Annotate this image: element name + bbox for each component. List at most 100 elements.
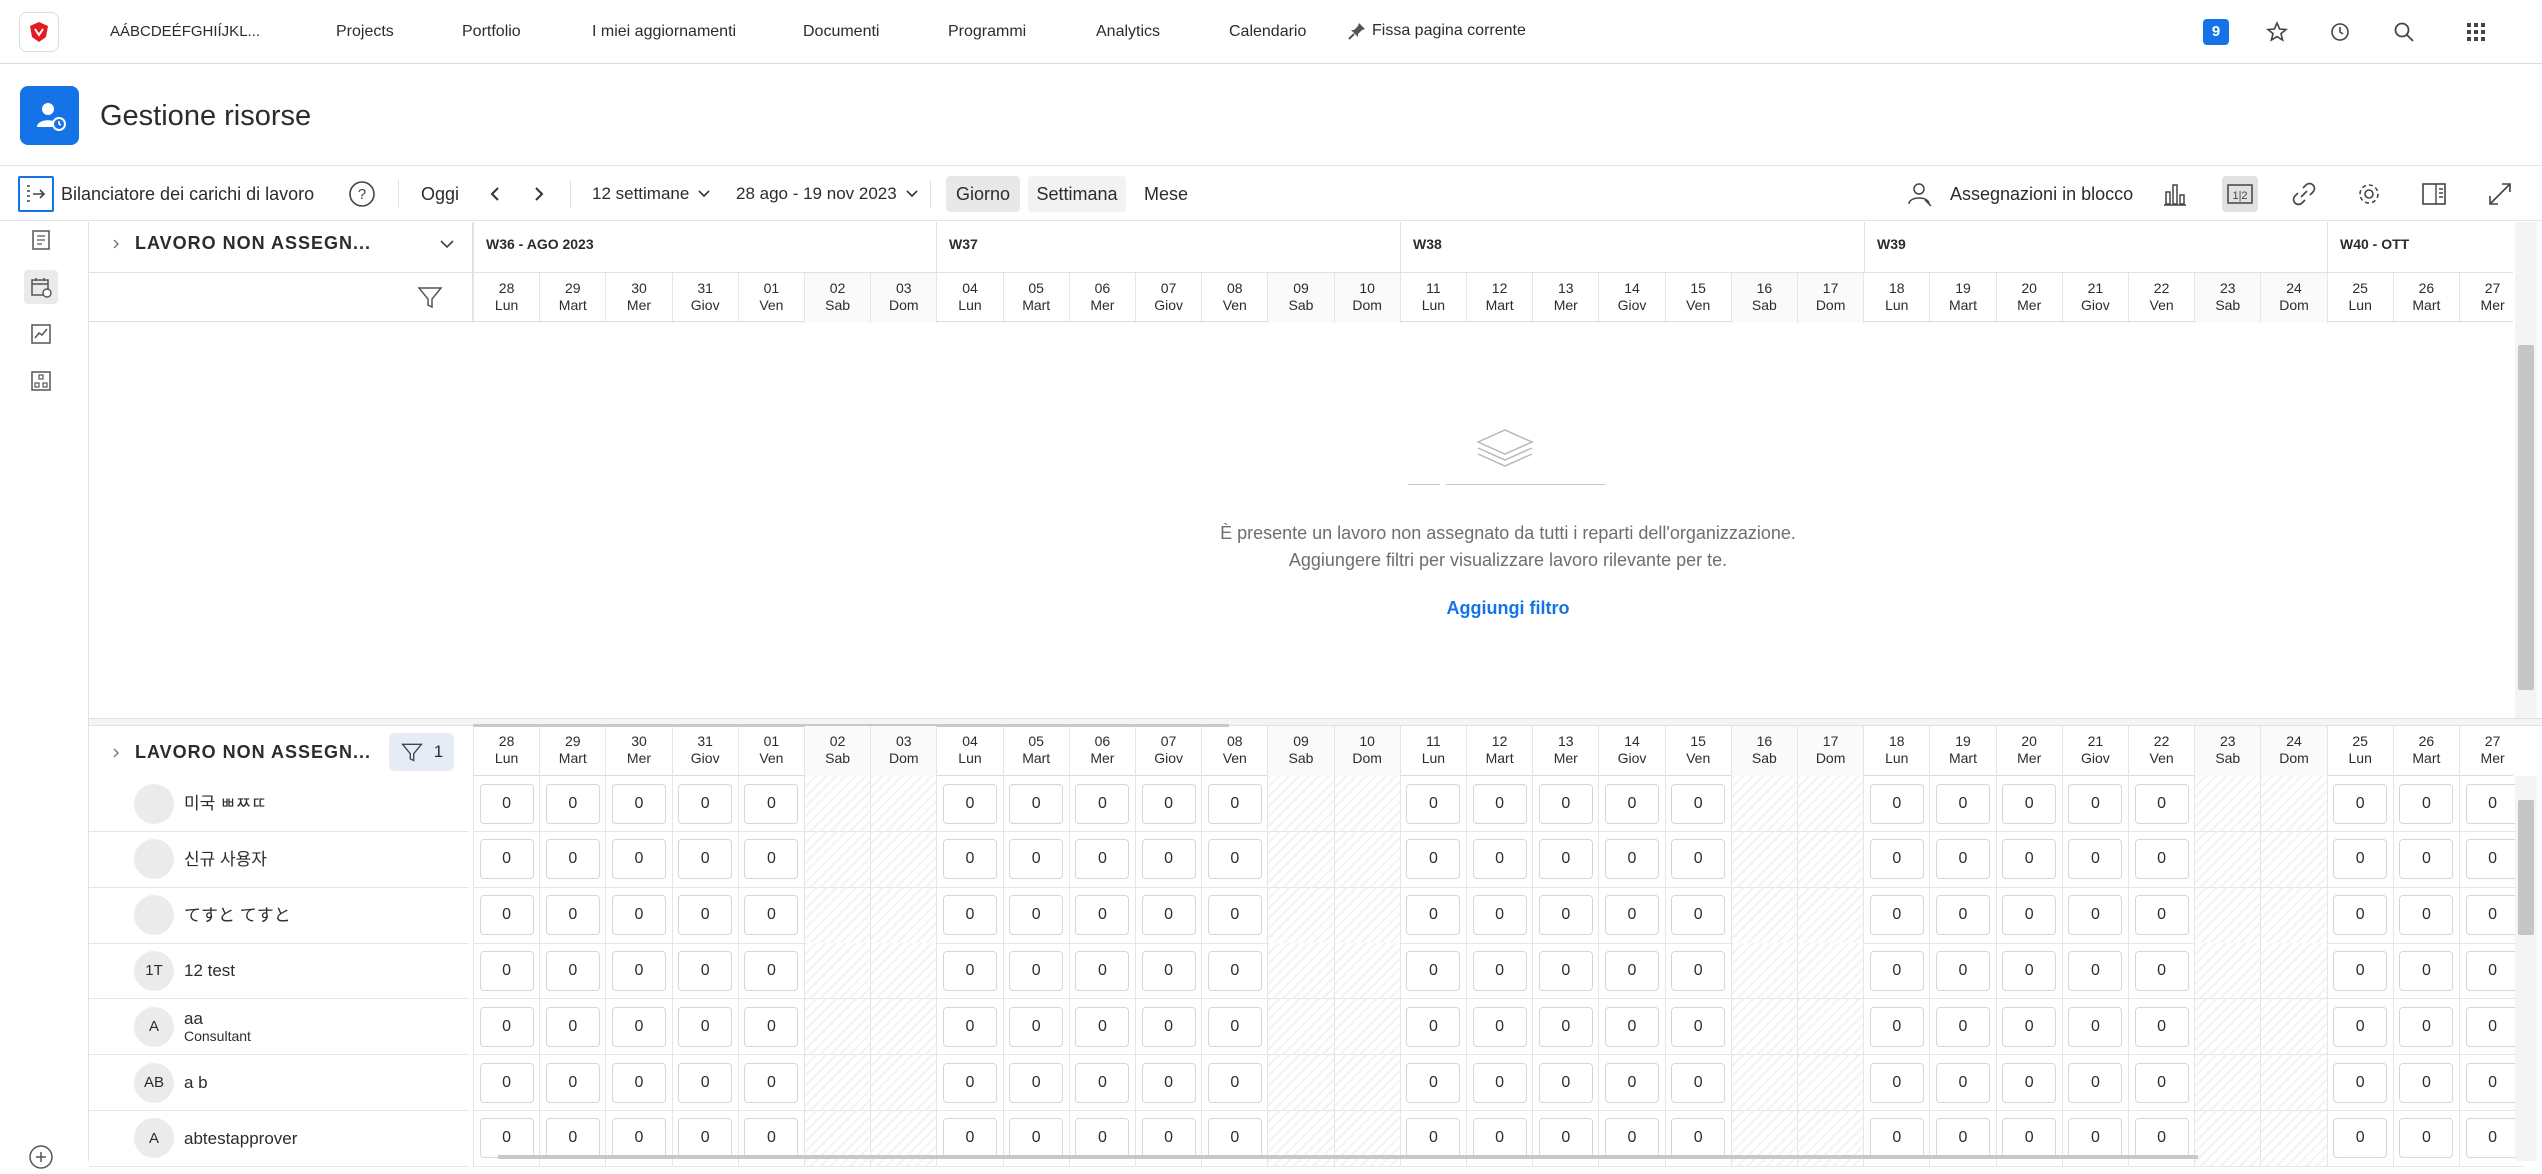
allocation-hours[interactable]: 0 (2465, 950, 2520, 991)
allocation-cell[interactable]: 0 (2128, 943, 2195, 1000)
nav-portfolio[interactable]: Portfolio (462, 23, 521, 41)
allocation-cell[interactable]: 0 (2061, 887, 2128, 944)
allocation-cell[interactable]: 0 (605, 887, 672, 944)
section-divider[interactable] (89, 718, 2542, 726)
allocation-cell[interactable]: 0 (1863, 1055, 1930, 1111)
allocation-cell[interactable]: 0 (1929, 776, 1996, 832)
allocation-hours[interactable]: 0 (1141, 1006, 1196, 1047)
allocation-hours[interactable]: 0 (1472, 950, 1527, 991)
allocation-hours[interactable]: 0 (2068, 1062, 2123, 1103)
allocation-cell[interactable]: 0 (1929, 1055, 1996, 1111)
allocation-cell[interactable]: 0 (1068, 999, 1135, 1056)
allocation-cell[interactable]: 0 (2392, 831, 2459, 888)
allocation-cell[interactable]: 0 (473, 887, 540, 944)
allocation-cell[interactable]: 0 (2061, 999, 2128, 1056)
allocation-cell[interactable]: 0 (2128, 831, 2195, 888)
allocation-hours[interactable]: 0 (1141, 1118, 1196, 1159)
allocation-hours[interactable]: 0 (1075, 950, 1130, 991)
allocation-hours[interactable]: 0 (2333, 950, 2388, 991)
allocation-hours[interactable]: 0 (1869, 1118, 1924, 1159)
allocation-cell[interactable]: 0 (1068, 1055, 1135, 1111)
allocation-cell[interactable]: 0 (1929, 831, 1996, 888)
allocation-cell[interactable]: 0 (737, 999, 804, 1056)
allocation-hours[interactable]: 0 (545, 1118, 600, 1159)
allocation-cell[interactable]: 0 (1466, 831, 1533, 888)
allocation-cell[interactable]: 0 (1929, 943, 1996, 1000)
allocation-cell[interactable]: 0 (1664, 831, 1731, 888)
allocation-hours[interactable]: 0 (1538, 1006, 1593, 1047)
allocation-hours[interactable]: 0 (2465, 895, 2520, 936)
allocation-cell[interactable]: 0 (1995, 776, 2062, 832)
allocation-cell[interactable]: 0 (671, 887, 738, 944)
date-range-picker[interactable]: 28 ago - 19 nov 2023 (736, 166, 919, 222)
allocation-hours[interactable]: 0 (1935, 783, 1990, 824)
allocation-cell[interactable]: 0 (737, 943, 804, 1000)
allocation-hours[interactable]: 0 (2333, 895, 2388, 936)
chevron-right-icon[interactable] (520, 176, 556, 212)
search-icon[interactable] (2389, 17, 2419, 47)
chevron-left-icon[interactable] (478, 176, 514, 212)
allocation-hours[interactable]: 0 (479, 1118, 534, 1159)
allocation-cell[interactable]: 0 (1201, 1055, 1268, 1111)
history-icon[interactable] (2325, 17, 2355, 47)
allocation-cell[interactable]: 0 (1466, 776, 1533, 832)
add-icon[interactable] (24, 1140, 58, 1174)
allocation-cell[interactable]: 0 (671, 943, 738, 1000)
allocation-hours[interactable]: 0 (2134, 950, 2189, 991)
allocation-cell[interactable]: 0 (605, 1055, 672, 1111)
allocation-cell[interactable]: 0 (1598, 831, 1665, 888)
allocation-hours[interactable]: 0 (1207, 1118, 1262, 1159)
allocation-hours[interactable]: 0 (1538, 1062, 1593, 1103)
allocation-cell[interactable]: 0 (473, 831, 540, 888)
allocation-hours[interactable]: 0 (1671, 1118, 1726, 1159)
allocation-hours[interactable]: 0 (1009, 1006, 1064, 1047)
allocation-hours[interactable]: 0 (1406, 1006, 1461, 1047)
allocation-hours[interactable]: 0 (1075, 1062, 1130, 1103)
allocation-cell[interactable]: 0 (2326, 999, 2393, 1056)
allocation-cell[interactable]: 0 (1068, 887, 1135, 944)
allocation-hours[interactable]: 0 (1604, 950, 1659, 991)
allocation-cell[interactable]: 0 (2392, 999, 2459, 1056)
allocation-hours[interactable]: 0 (1671, 1006, 1726, 1047)
allocation-cell[interactable]: 0 (1002, 887, 1069, 944)
allocation-hours[interactable]: 0 (611, 950, 666, 991)
help-icon[interactable]: ? (344, 176, 380, 212)
allocation-cell[interactable]: 0 (2392, 887, 2459, 944)
allocation-cell[interactable]: 0 (1995, 831, 2062, 888)
allocation-hours[interactable]: 0 (744, 950, 799, 991)
allocation-hours[interactable]: 0 (1406, 1118, 1461, 1159)
allocation-cell[interactable]: 0 (539, 776, 606, 832)
allocation-cell[interactable]: 0 (1399, 1055, 1466, 1111)
allocation-hours[interactable]: 0 (744, 1006, 799, 1047)
allocation-hours[interactable]: 0 (1075, 839, 1130, 880)
allocation-cell[interactable]: 0 (605, 776, 672, 832)
allocation-hours[interactable]: 0 (1935, 1118, 1990, 1159)
allocation-cell[interactable]: 0 (1929, 999, 1996, 1056)
allocation-cell[interactable]: 0 (1863, 831, 1930, 888)
allocation-hours[interactable]: 0 (1869, 1006, 1924, 1047)
allocation-cell[interactable]: 0 (1135, 887, 1202, 944)
filter-icon[interactable] (416, 283, 444, 311)
allocation-cell[interactable]: 0 (2061, 776, 2128, 832)
allocation-hours[interactable]: 0 (1472, 783, 1527, 824)
allocation-cell[interactable]: 0 (1664, 999, 1731, 1056)
allocation-hours[interactable]: 0 (744, 839, 799, 880)
allocation-cell[interactable]: 0 (1598, 1055, 1665, 1111)
allocation-hours[interactable]: 0 (1604, 783, 1659, 824)
view-month-button[interactable]: Mese (1134, 176, 1198, 212)
allocation-hours[interactable]: 0 (678, 1062, 733, 1103)
line-chart-icon[interactable] (24, 317, 58, 351)
user-row[interactable]: 신규 사용자 (89, 832, 469, 888)
allocation-cell[interactable]: 0 (671, 999, 738, 1056)
bar-chart-icon[interactable] (2157, 176, 2193, 212)
allocation-cell[interactable]: 0 (1664, 776, 1731, 832)
allocation-hours[interactable]: 0 (2465, 783, 2520, 824)
allocation-cell[interactable]: 0 (1863, 943, 1930, 1000)
allocation-cell[interactable]: 0 (737, 831, 804, 888)
collapse-panel-icon[interactable] (18, 176, 54, 212)
nav-documents[interactable]: Documenti (803, 23, 879, 41)
allocation-cell[interactable]: 0 (1532, 1055, 1599, 1111)
allocation-cell[interactable]: 0 (1863, 999, 1930, 1056)
allocation-hours[interactable]: 0 (611, 783, 666, 824)
allocation-cell[interactable]: 0 (1598, 999, 1665, 1056)
